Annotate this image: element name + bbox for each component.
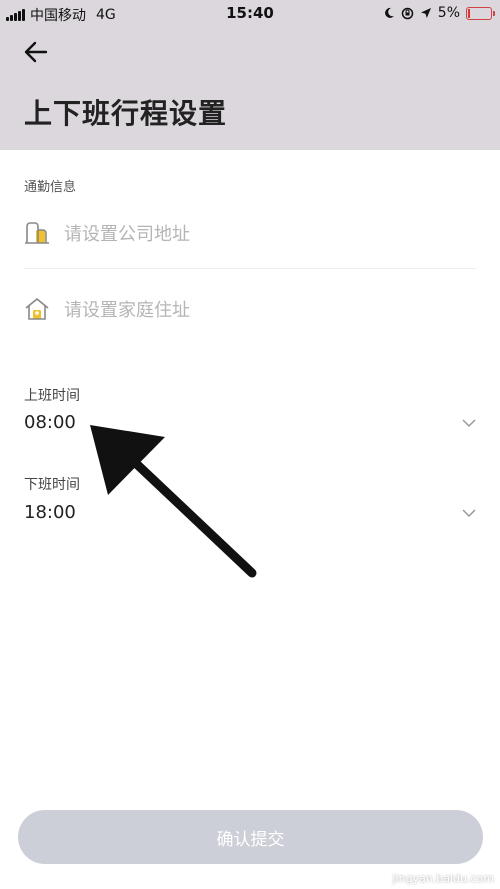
rotation-lock-icon: [401, 7, 414, 19]
home-address-placeholder: 请设置家庭住址: [64, 300, 190, 321]
back-arrow-icon: [24, 41, 48, 63]
annotation-arrow-icon: [90, 425, 257, 578]
status-right: 5%: [377, 5, 495, 21]
company-building-icon: [25, 222, 49, 244]
status-bar: 中国移动 4G 15:40 5%: [0, 0, 500, 26]
work-start-value: 08:00: [24, 412, 76, 433]
chevron-down-icon: [462, 509, 476, 518]
company-address-placeholder: 请设置公司地址: [64, 224, 190, 245]
work-end-value: 18:00: [24, 502, 76, 523]
commute-section-label: 通勤信息: [24, 180, 77, 195]
location-icon: [420, 8, 431, 18]
home-address-row[interactable]: 请设置家庭住址: [24, 285, 476, 333]
submit-button[interactable]: 确认提交: [18, 810, 483, 864]
header: 中国移动 4G 15:40 5% 上下班行程设置: [0, 0, 500, 150]
company-address-row[interactable]: 请设置公司地址: [24, 209, 476, 257]
divider: [24, 268, 476, 269]
moon-icon: [384, 7, 394, 18]
chevron-down-icon: [462, 419, 476, 428]
back-button[interactable]: [22, 38, 50, 66]
home-icon: [25, 298, 49, 320]
work-end-label: 下班时间: [24, 477, 80, 493]
page-title: 上下班行程设置: [24, 97, 228, 130]
watermark: jingyan.baidu.com: [392, 872, 494, 885]
battery-icon: [466, 6, 495, 20]
work-start-label: 上班时间: [24, 388, 80, 404]
battery-percent: 5%: [437, 5, 460, 21]
